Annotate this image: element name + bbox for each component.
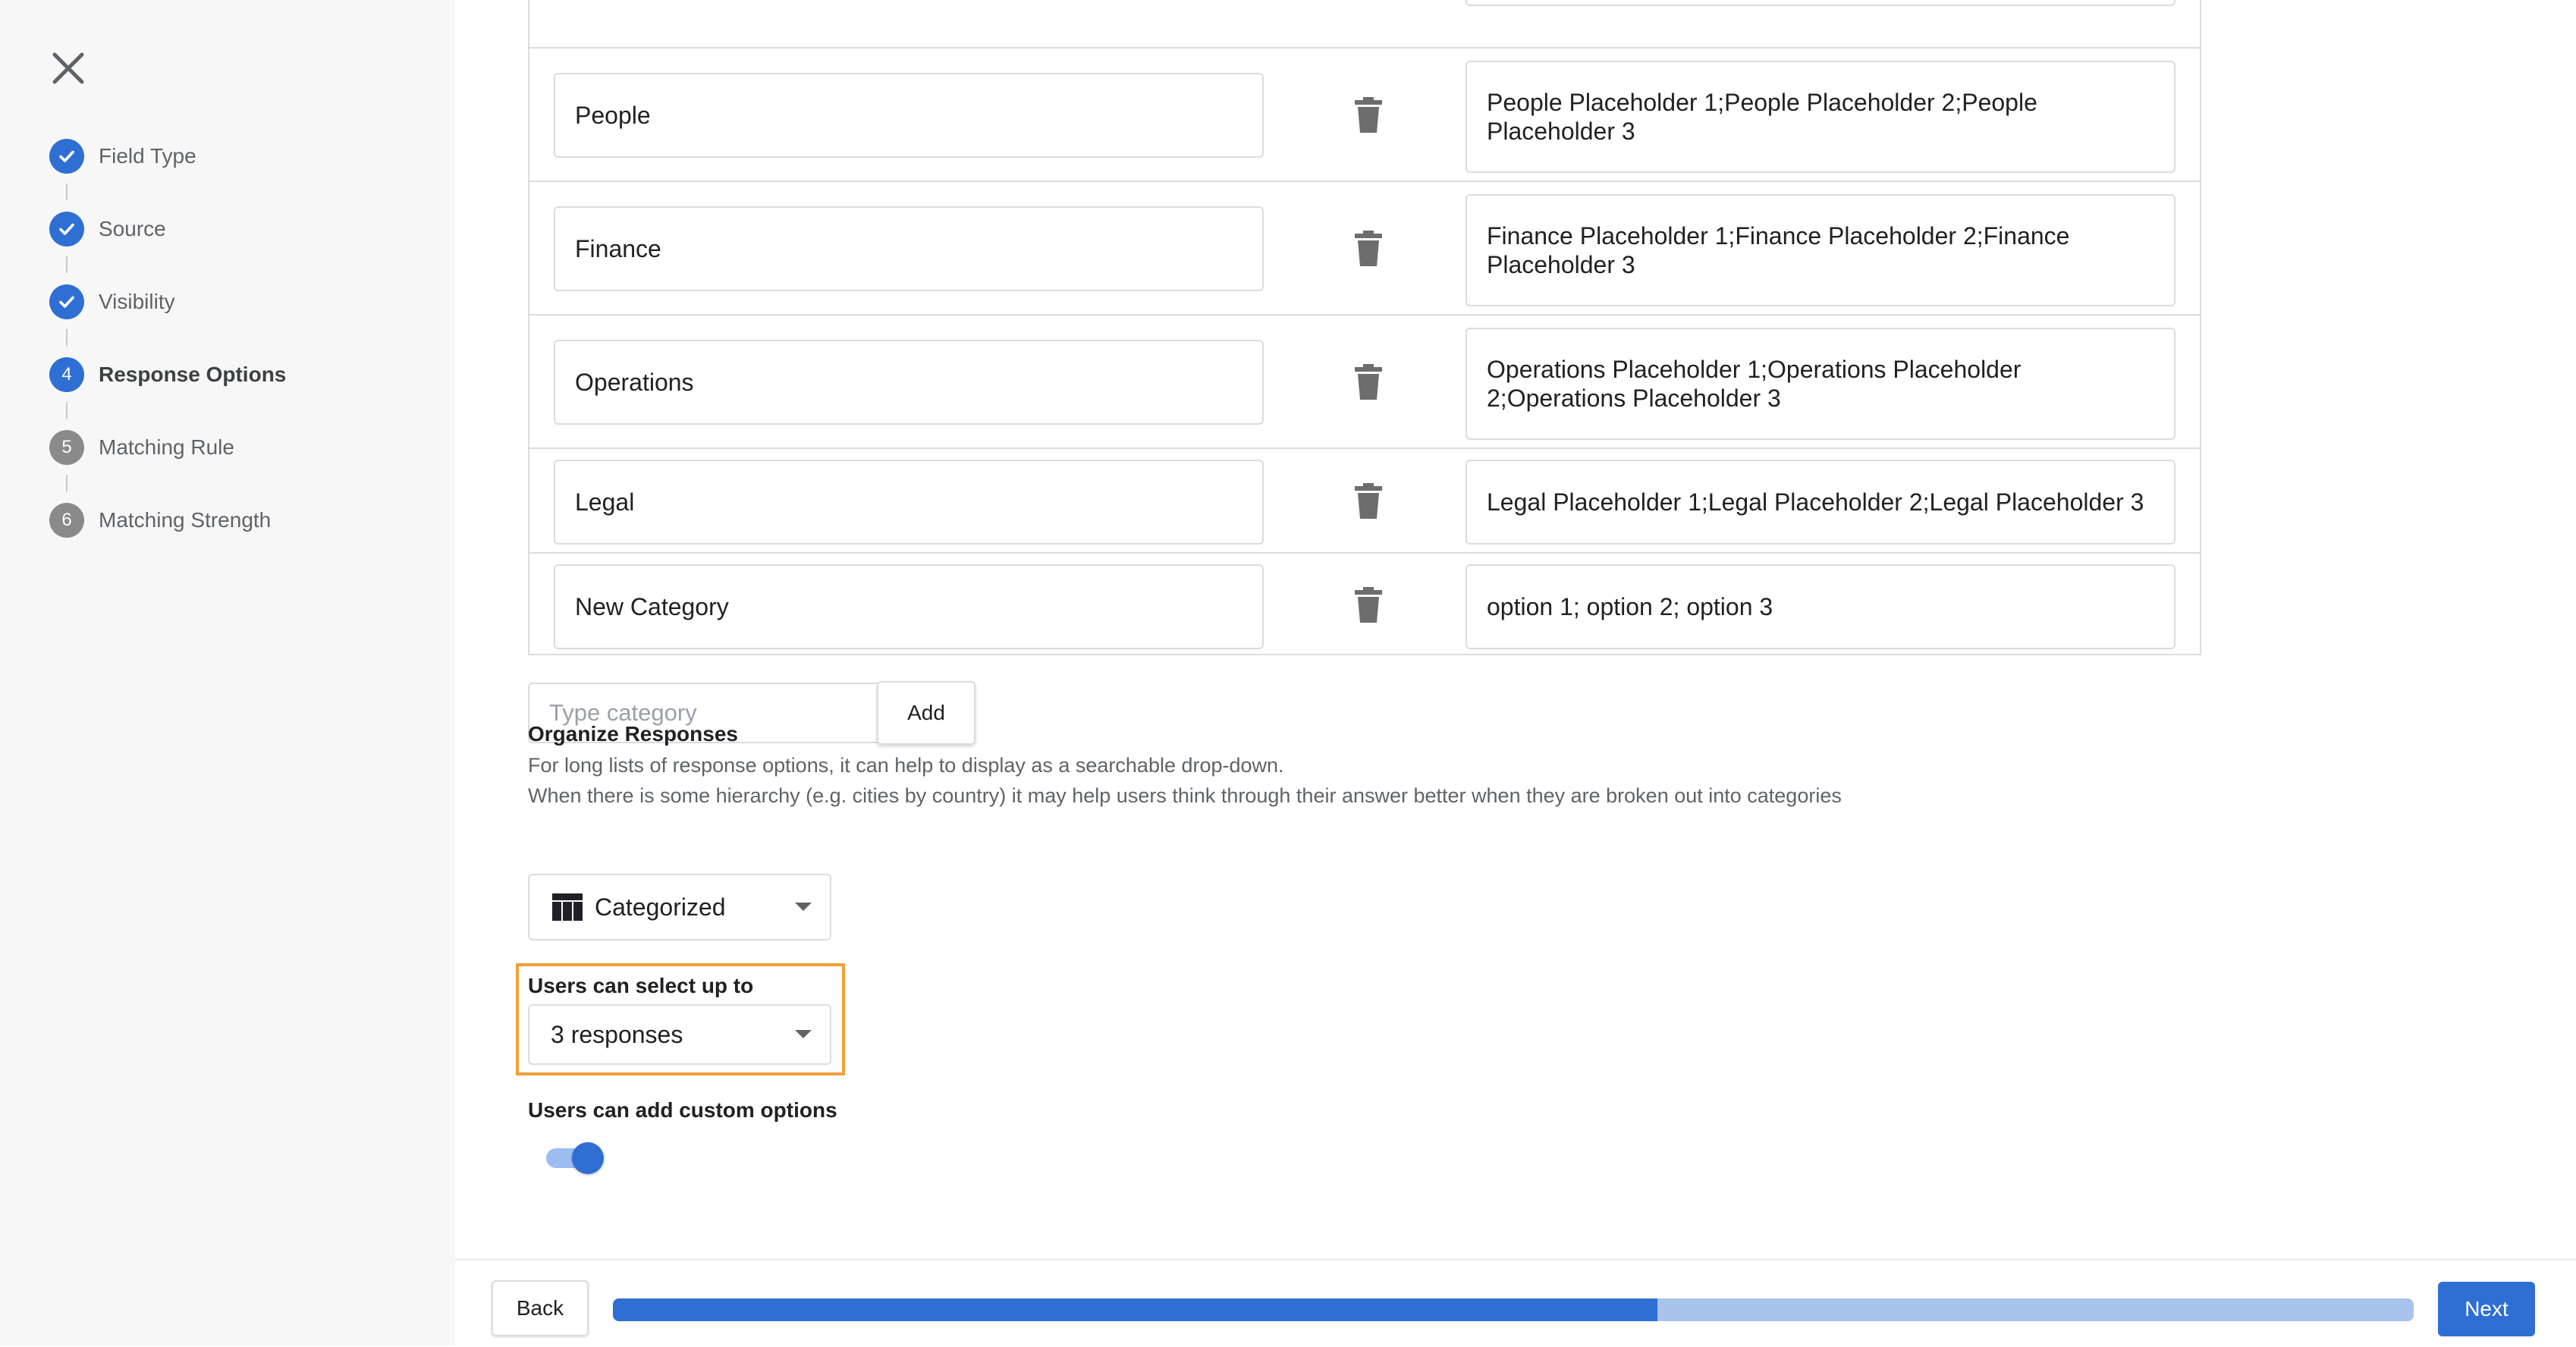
category-name-input[interactable] <box>554 564 1264 649</box>
trash-icon[interactable] <box>1352 587 1385 623</box>
trash-icon[interactable] <box>1352 97 1385 133</box>
add-category-button[interactable]: Add <box>877 681 975 745</box>
row-divider <box>529 552 2200 554</box>
step-connector <box>66 475 68 491</box>
step-label: Matching Rule <box>99 435 234 459</box>
trash-icon[interactable] <box>1352 483 1385 520</box>
progress-bar <box>613 1298 2414 1321</box>
step-label: Matching Strength <box>99 508 272 532</box>
step-label: Response Options <box>99 363 287 386</box>
close-button[interactable] <box>47 47 90 89</box>
check-icon <box>49 284 84 319</box>
category-table: 2;Engineering Placeholder 3 People Placeh… <box>528 0 2201 655</box>
category-name-input[interactable] <box>554 206 1264 291</box>
custom-options-toggle[interactable] <box>546 1141 607 1174</box>
chevron-down-icon <box>795 903 812 911</box>
check-icon <box>49 139 84 174</box>
step-number: 6 <box>49 503 84 538</box>
step-label: Source <box>99 217 166 240</box>
category-options-field[interactable]: Operations Placeholder 1;Operations Plac… <box>1465 328 2175 440</box>
category-options-field[interactable]: Legal Placeholder 1;Legal Placeholder 2;… <box>1465 460 2175 545</box>
select-limit-dropdown[interactable]: 3 responses <box>528 1004 831 1065</box>
progress-fill <box>613 1298 1657 1321</box>
organize-responses-title: Organize Responses <box>528 722 738 746</box>
row-divider <box>529 447 2200 449</box>
step-connector <box>66 402 68 419</box>
main-content: 2;Engineering Placeholder 3 People Placeh… <box>455 0 2576 1347</box>
organize-selected-value: Categorized <box>595 893 726 921</box>
category-options-field[interactable]: 2;Engineering Placeholder 3 <box>1465 0 2175 6</box>
category-options-field[interactable]: Finance Placeholder 1;Finance Placeholde… <box>1465 194 2175 306</box>
row-divider <box>529 314 2200 316</box>
chevron-down-icon <box>795 1030 812 1038</box>
table-icon <box>552 893 583 921</box>
close-icon <box>52 52 84 84</box>
step-6[interactable]: 6 Matching Strength <box>49 502 271 538</box>
step-1[interactable]: Field Type <box>49 138 196 174</box>
check-icon <box>49 212 84 246</box>
row-divider <box>529 181 2200 182</box>
custom-options-title: Users can add custom options <box>528 1098 837 1122</box>
step-connector <box>66 256 68 273</box>
select-limit-title: Users can select up to <box>528 974 754 997</box>
sidebar: Field Type Source Visibility 4 Response Opti… <box>0 0 455 1345</box>
step-label: Visibility <box>99 290 175 313</box>
category-name-input[interactable] <box>554 460 1264 545</box>
step-2[interactable]: Source <box>49 211 166 247</box>
category-name-input[interactable] <box>554 73 1264 158</box>
trash-icon[interactable] <box>1352 231 1385 267</box>
step-4[interactable]: 4 Response Options <box>49 356 286 393</box>
step-number: 4 <box>49 357 84 392</box>
toggle-knob <box>572 1142 604 1174</box>
organize-responses-select[interactable]: Categorized <box>528 874 831 940</box>
step-connector <box>66 184 68 200</box>
category-options-field[interactable]: option 1; option 2; option 3 <box>1465 564 2175 649</box>
row-divider <box>529 47 2200 49</box>
step-connector <box>66 329 68 346</box>
select-limit-value: 3 responses <box>551 1020 683 1048</box>
organize-description-2: When there is some hierarchy (e.g. citie… <box>528 784 1842 807</box>
step-3[interactable]: Visibility <box>49 284 175 320</box>
step-number: 5 <box>49 430 84 465</box>
organize-description-1: For long lists of response options, it c… <box>528 754 1284 777</box>
step-label: Field Type <box>99 144 196 168</box>
back-button[interactable]: Back <box>492 1280 589 1336</box>
category-options-field[interactable]: People Placeholder 1;People Placeholder … <box>1465 61 2175 173</box>
next-button[interactable]: Next <box>2438 1282 2535 1336</box>
category-name-input[interactable] <box>554 340 1264 425</box>
footer: Back Next <box>455 1259 2576 1347</box>
step-5[interactable]: 5 Matching Rule <box>49 429 234 466</box>
trash-icon[interactable] <box>1352 364 1385 400</box>
